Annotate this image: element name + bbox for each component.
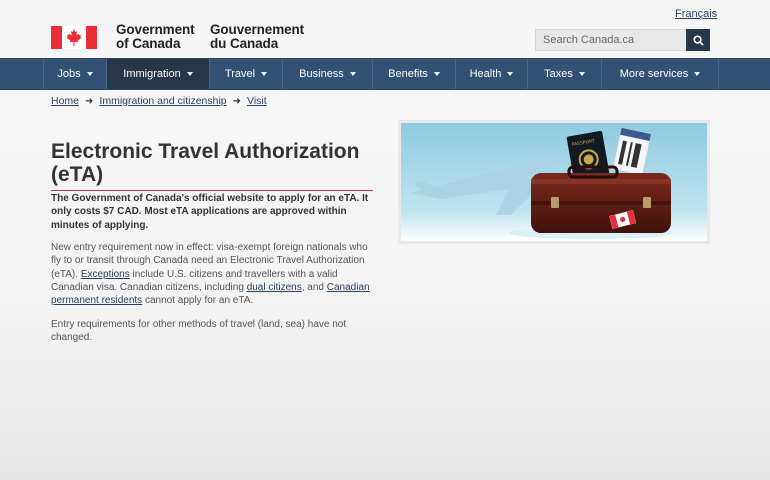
menu-item-benefits[interactable]: Benefits <box>373 59 456 89</box>
menu-item-label: Benefits <box>388 68 428 80</box>
chevron-down-icon <box>86 72 93 76</box>
chevron-down-icon <box>349 72 356 76</box>
main-menu: Jobs Immigration Travel Business Benefit… <box>0 58 770 90</box>
menu-spacer-left <box>0 59 44 89</box>
menu-item-jobs[interactable]: Jobs <box>44 59 107 89</box>
breadcrumb-immigration[interactable]: Immigration and citizenship <box>99 95 226 107</box>
menu-item-label: Jobs <box>57 68 81 80</box>
language-toggle-link[interactable]: Français <box>675 8 717 20</box>
breadcrumb-visit[interactable]: Visit <box>247 95 267 107</box>
chevron-down-icon <box>433 72 440 76</box>
menu-item-business[interactable]: Business <box>283 59 373 89</box>
menu-item-taxes[interactable]: Taxes <box>528 59 602 89</box>
gouvernement-du-canada-wordmark-fr[interactable]: Gouvernement du Canada <box>210 23 304 51</box>
menu-item-label: Travel <box>224 68 256 80</box>
chevron-down-icon <box>694 72 701 76</box>
menu-item-label: Taxes <box>544 68 573 80</box>
other-methods-paragraph: Entry requirements for other methods of … <box>51 319 347 344</box>
arrow-right-icon: ➜ <box>232 95 242 107</box>
arrow-right-icon: ➜ <box>85 95 94 107</box>
hero-image: PASSPORT <box>398 120 710 244</box>
exceptions-link[interactable]: Exceptions <box>81 269 130 280</box>
menu-item-label: Health <box>469 68 502 80</box>
chevron-down-icon <box>186 72 193 76</box>
search-button[interactable] <box>686 29 710 51</box>
lead-paragraph: The Government of Canada's official webs… <box>51 193 369 231</box>
chevron-down-icon <box>261 72 268 76</box>
menu-item-health[interactable]: Health <box>456 59 528 89</box>
site-header: Government of Canada Gouvernement du Can… <box>0 0 770 58</box>
gov-fr-line2: du Canada <box>210 36 279 51</box>
breadcrumb: Home ➜ Immigration and citizenship ➜ Vis… <box>51 95 267 107</box>
government-of-canada-wordmark-en[interactable]: Government of Canada <box>116 23 195 51</box>
gov-fr-line1: Gouvernement <box>210 22 305 37</box>
menu-item-more-services[interactable]: More services <box>602 59 719 89</box>
page-title: Electronic Travel Authorization (eTA) <box>51 140 373 191</box>
menu-item-immigration[interactable]: Immigration <box>107 59 210 89</box>
gov-en-line2: of Canada <box>116 36 181 51</box>
dual-citizens-link[interactable]: dual citizens <box>247 282 302 293</box>
p1-text-3: , and <box>301 281 327 293</box>
menu-item-label: More services <box>619 68 689 80</box>
gov-en-line1: Government <box>116 22 195 37</box>
suitcase-passport-illustration: PASSPORT <box>401 123 707 241</box>
entry-requirement-paragraph: New entry requirement now in effect: vis… <box>51 241 373 307</box>
menu-item-label: Immigration <box>123 68 181 80</box>
p1-text-4: cannot apply for an eTA. <box>142 295 254 307</box>
breadcrumb-home[interactable]: Home <box>51 95 79 107</box>
menu-item-label: Business <box>299 68 344 80</box>
canada-flag-icon[interactable] <box>51 26 97 49</box>
chevron-down-icon <box>507 72 514 76</box>
chevron-down-icon <box>578 72 585 76</box>
search-icon <box>692 34 704 46</box>
search-input[interactable]: Search Canada.ca <box>535 29 687 51</box>
menu-item-travel[interactable]: Travel <box>210 59 283 89</box>
